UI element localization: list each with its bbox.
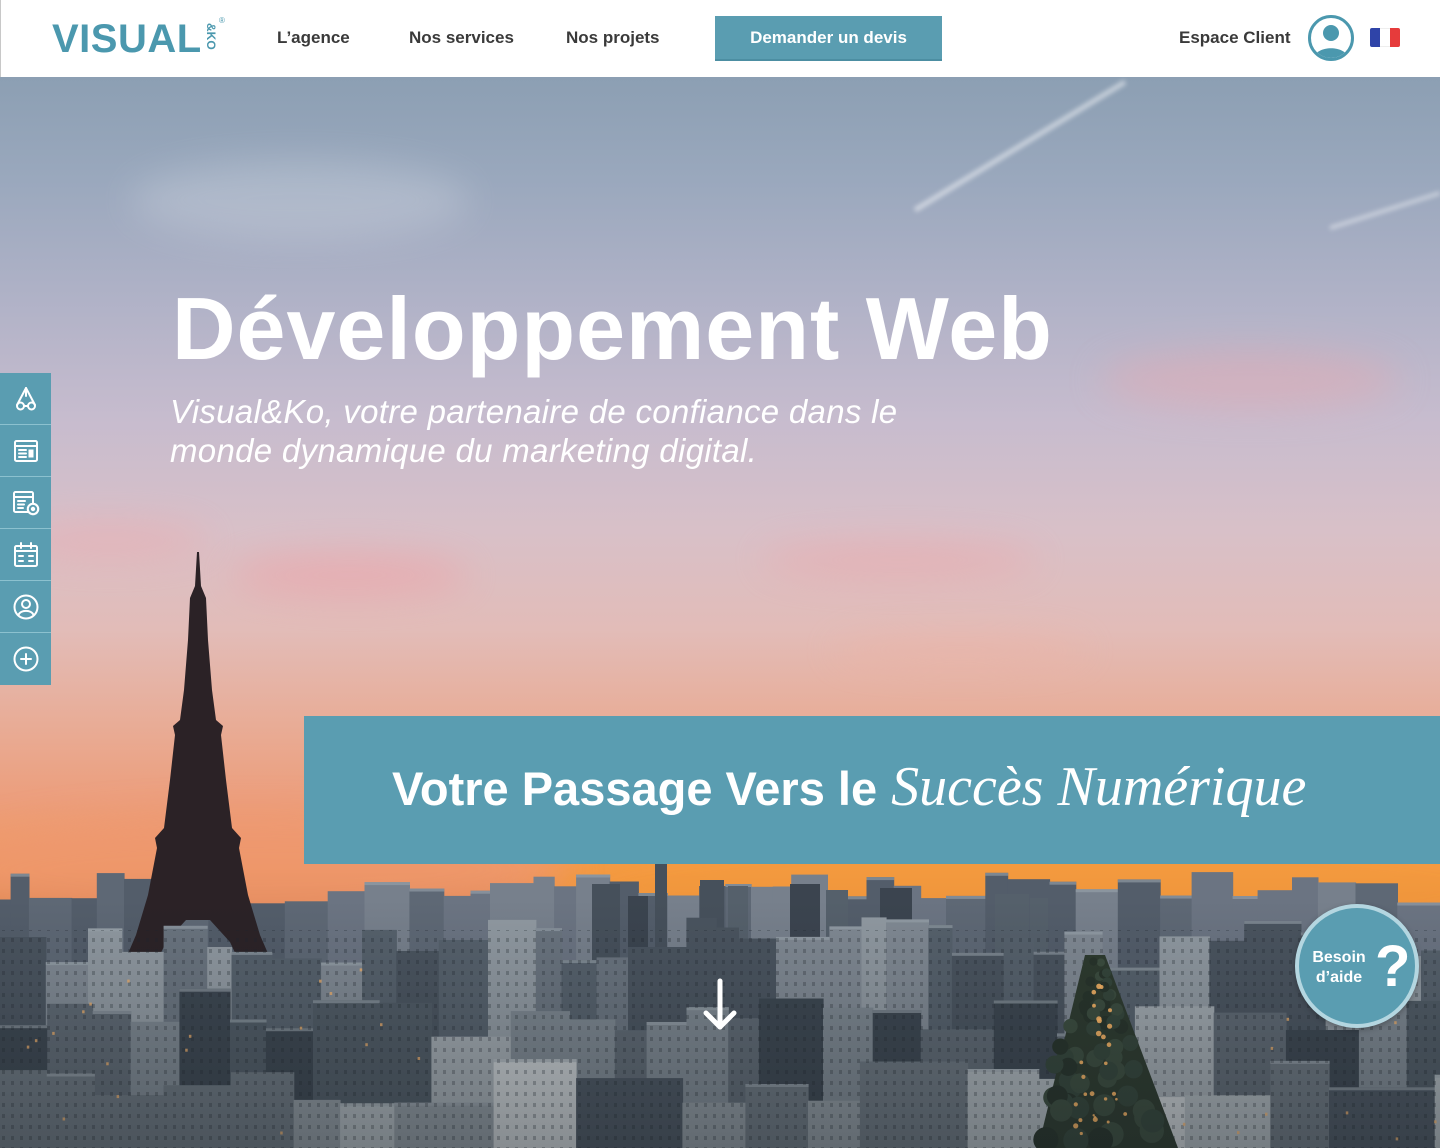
- cloud: [830, 634, 1090, 666]
- tagline-banner: Votre Passage Vers le Succès Numérique: [304, 716, 1440, 864]
- client-area-link[interactable]: Espace Client: [1179, 28, 1291, 48]
- roof-edge: [1049, 881, 1077, 885]
- sidebar-item-add[interactable]: [0, 633, 51, 685]
- cloud: [130, 160, 470, 240]
- sidebar-item-calendar[interactable]: [0, 529, 51, 581]
- roof-edge: [576, 874, 611, 878]
- hero-subtitle: Visual&Ko, votre partenaire de confiance…: [170, 392, 897, 470]
- roof-edge: [946, 895, 986, 899]
- roof-edge: [470, 890, 491, 894]
- sidebar-item-account[interactable]: [0, 581, 51, 633]
- roof-edge: [409, 888, 445, 892]
- logo[interactable]: VISUAL &KO ®: [52, 0, 232, 77]
- roof-edge: [1117, 879, 1161, 883]
- user-icon: [13, 594, 38, 619]
- sidebar-item-brand[interactable]: [0, 373, 51, 425]
- roof-edge: [1160, 895, 1193, 899]
- hero-subtitle-line: monde dynamique du marketing digital.: [170, 432, 758, 469]
- roof-edge: [1075, 889, 1119, 893]
- flag-stripe-blue: [1370, 28, 1380, 47]
- plus-circle-icon: [13, 646, 38, 672]
- question-mark-icon: ?: [1375, 934, 1411, 999]
- calendar-icon: [13, 541, 38, 567]
- brand-icon: [15, 386, 36, 410]
- newspaper-icon: [13, 439, 38, 462]
- quote-request-button[interactable]: Demander un devis: [715, 16, 942, 61]
- banner-script-text: Succès Numérique: [891, 756, 1307, 818]
- roof-edge: [1232, 896, 1259, 899]
- quick-access-sidebar: [0, 373, 51, 685]
- banner-headline: Votre Passage Vers le Succès Numérique: [392, 757, 1306, 819]
- document-settings-icon: [12, 490, 39, 515]
- nav-link-projets[interactable]: Nos projets: [566, 28, 660, 48]
- hero-title: Développement Web: [172, 279, 1053, 378]
- roof-edge: [364, 882, 410, 886]
- help-label-line: Besoin: [1312, 949, 1366, 966]
- help-label-line: d’aide: [1315, 969, 1363, 986]
- flag-stripe-red: [1390, 28, 1400, 47]
- flag-stripe-white: [1380, 28, 1390, 47]
- france-flag-icon[interactable]: [1370, 28, 1400, 47]
- roof-edge: [985, 872, 1009, 876]
- cloud: [1100, 350, 1400, 410]
- nav-link-services[interactable]: Nos services: [409, 28, 514, 48]
- registered-mark: ®: [219, 16, 225, 25]
- banner-text: Votre Passage Vers le: [392, 762, 878, 815]
- cloud: [230, 553, 470, 597]
- roof-edge: [866, 877, 895, 881]
- hero-subtitle-line: Visual&Ko, votre partenaire de confiance…: [170, 393, 898, 430]
- help-label: Besoin d’aide: [1299, 948, 1379, 988]
- sidebar-item-settings-doc[interactable]: [0, 477, 51, 529]
- nav-link-agence[interactable]: L’agence: [277, 28, 350, 48]
- logo-wordmark: VISUAL: [52, 17, 202, 61]
- site-header: VISUAL &KO ® L’agence Nos services Nos p…: [0, 0, 1440, 77]
- logo-suffix: &KO: [204, 23, 218, 50]
- roof-edge: [10, 873, 30, 877]
- user-circle-icon[interactable]: [1307, 14, 1355, 62]
- cloud: [760, 540, 1040, 580]
- help-button[interactable]: Besoin d’aide ?: [1295, 904, 1419, 1028]
- sidebar-item-news[interactable]: [0, 425, 51, 477]
- arrow-down-icon[interactable]: [700, 975, 740, 1035]
